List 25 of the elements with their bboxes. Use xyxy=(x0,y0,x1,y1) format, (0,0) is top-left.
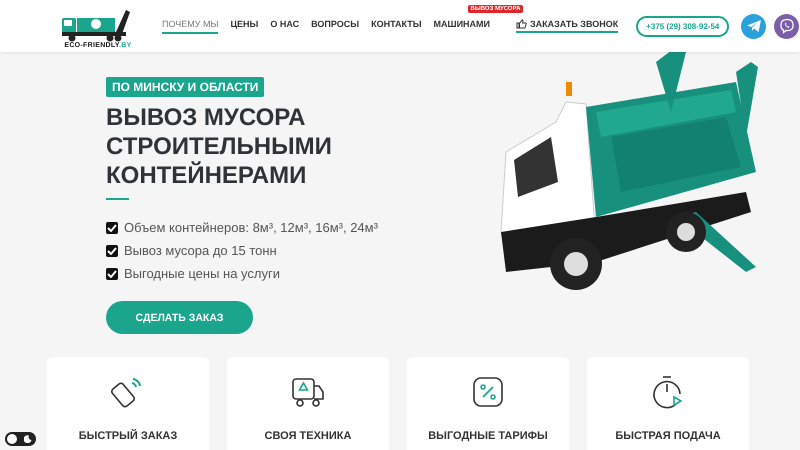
thumb-icon xyxy=(516,19,528,29)
card-title: БЫСТРАЯ ПОДАЧА xyxy=(615,430,721,442)
feature-text: Объем контейнеров: 8м³, 12м³, 16м³, 24м³ xyxy=(124,220,378,235)
title-underline xyxy=(106,198,129,200)
nav-link[interactable]: ВОПРОСЫ xyxy=(311,18,360,34)
nav-link[interactable]: ЦЕНЫ xyxy=(230,18,258,34)
theme-toggle[interactable] xyxy=(5,432,36,446)
feature-text: Выгодные цены на услуги xyxy=(124,266,280,281)
callback-link[interactable]: ЗАКАЗАТЬ ЗВОНОК xyxy=(516,19,618,33)
feature-text: Вывоз мусора до 15 тонн xyxy=(124,243,277,258)
paper-plane-icon xyxy=(746,19,762,33)
nav-link[interactable]: О НАС xyxy=(270,18,300,34)
card-title: ВЫГОДНЫЕ ТАРИФЫ xyxy=(428,430,548,442)
nav-link[interactable]: КОНТАКТЫ xyxy=(371,18,422,34)
region-tag: ПО МИНСКУ И ОБЛАСТИ xyxy=(106,77,264,97)
card-title: БЫСТРЫЙ ЗАКАЗ xyxy=(78,430,178,442)
percent-icon xyxy=(470,374,506,410)
phone-bubble-icon xyxy=(778,18,795,34)
nav-link[interactable]: ПОЧЕМУ МЫ xyxy=(162,18,218,34)
viber-button[interactable] xyxy=(774,14,800,38)
card-title: СВОЯ ТЕХНИКА xyxy=(264,430,352,442)
moon-icon xyxy=(24,435,32,443)
telegram-button[interactable] xyxy=(741,14,766,38)
hero-title: ВЫВОЗ МУСОРА СТРОИТЕЛЬНЫМИ КОНТЕЙНЕРАМИ xyxy=(106,103,333,190)
nav-link[interactable]: МАШИНАМИ xyxy=(434,18,490,34)
